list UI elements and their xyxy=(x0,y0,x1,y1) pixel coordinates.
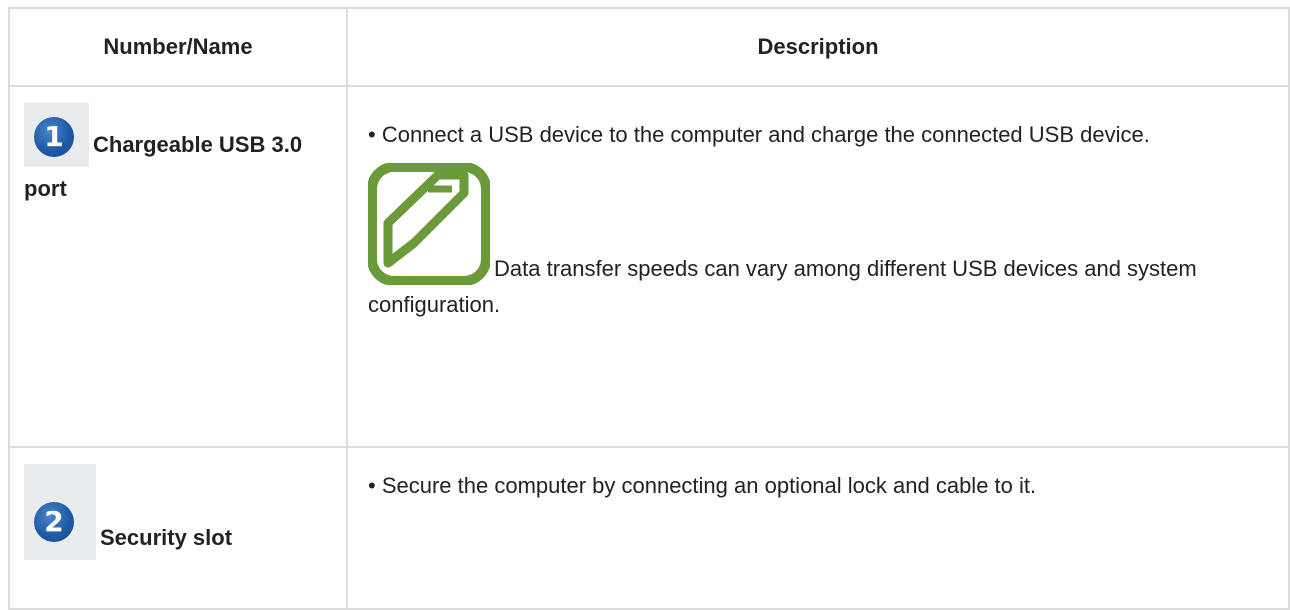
port-name: Security slot xyxy=(100,525,233,550)
header-number-name: Number/Name xyxy=(8,7,348,87)
description-text: • Connect a USB device to the computer a… xyxy=(368,122,1150,147)
badge-number-icon: 2 xyxy=(24,464,96,560)
description-cell: • Connect a USB device to the computer a… xyxy=(346,85,1290,448)
name-cell: 2 Security slot xyxy=(8,446,348,610)
table-row: 2 Security slot • Secure the computer by… xyxy=(8,446,1290,610)
note-text: Data transfer speeds can vary among diff… xyxy=(368,256,1197,317)
name-cell: 1 Chargeable USB 3.0 port xyxy=(8,85,348,448)
badge-number: 1 xyxy=(34,117,74,157)
table-row: 1 Chargeable USB 3.0 port • Connect a US… xyxy=(8,85,1290,448)
spec-table: Number/Name Description 1 Chargeable USB… xyxy=(8,7,1290,610)
badge-number-icon: 1 xyxy=(24,103,89,167)
header-description: Description xyxy=(346,7,1290,87)
description-cell: • Secure the computer by connecting an o… xyxy=(346,446,1290,610)
table-header-row: Number/Name Description xyxy=(8,7,1290,87)
badge-number: 2 xyxy=(34,502,74,542)
note-pencil-icon xyxy=(368,163,490,285)
description-text: • Secure the computer by connecting an o… xyxy=(368,473,1037,498)
